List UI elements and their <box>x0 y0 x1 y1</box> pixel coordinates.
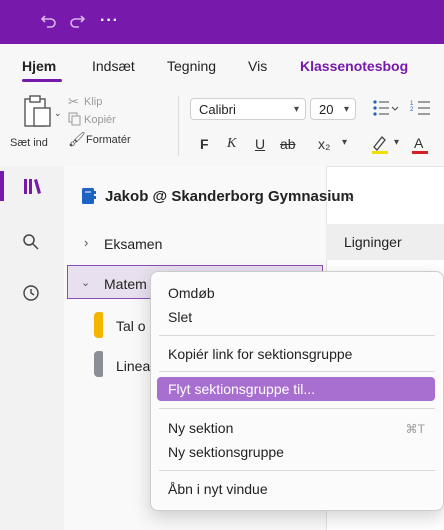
cut-button[interactable]: Klip <box>84 96 102 108</box>
bold-button[interactable]: F <box>200 136 209 152</box>
copy-icon <box>68 112 81 131</box>
section-color-tab <box>94 312 103 338</box>
menu-separator <box>159 470 435 471</box>
subscript-button[interactable]: x₂ <box>318 136 330 152</box>
highlighter-icon[interactable] <box>370 134 390 159</box>
title-bar: ··· <box>0 0 444 44</box>
paste-button[interactable]: ⌄ Sæt ind <box>10 94 66 154</box>
chevron-down-icon[interactable]: ▾ <box>394 137 399 148</box>
font-name-select[interactable]: Calibri ▾ <box>190 98 306 120</box>
active-tab-indicator <box>22 79 62 82</box>
left-rail <box>0 166 64 530</box>
section-color-tab <box>94 351 103 377</box>
menu-item-move-section-group[interactable]: Flyt sektionsgruppe til... <box>168 381 315 397</box>
font-size-select[interactable]: 20 ▾ <box>310 98 356 120</box>
undo-icon[interactable] <box>40 12 58 33</box>
menu-item-new-section-group[interactable]: Ny sektionsgruppe <box>168 444 284 460</box>
search-icon[interactable] <box>22 233 40 256</box>
recent-clock-icon[interactable] <box>22 284 40 307</box>
page-title: Ligninger <box>344 234 402 250</box>
tab-klassenotesbog[interactable]: Klassenotesbog <box>300 58 408 74</box>
font-size-value: 20 <box>319 102 334 117</box>
bullet-list-icon[interactable] <box>372 98 400 123</box>
font-color-icon[interactable]: A <box>410 134 430 159</box>
strikethrough-button[interactable]: ab <box>280 136 296 152</box>
clipboard-icon <box>22 94 52 133</box>
section-tal[interactable]: Tal o <box>116 318 146 334</box>
chevron-down-icon[interactable]: ⌄ <box>346 189 356 203</box>
chevron-down-icon[interactable]: ▾ <box>342 137 347 148</box>
context-menu: Omdøb Slet Kopiér link for sektionsgrupp… <box>150 271 444 511</box>
tab-indsaet[interactable]: Indsæt <box>92 58 135 74</box>
chevron-down-icon[interactable]: ⌄ <box>81 276 90 289</box>
numbered-list-icon[interactable]: 1 2 <box>410 98 438 123</box>
chevron-down-icon: ▾ <box>343 104 349 115</box>
redo-icon[interactable] <box>68 12 86 33</box>
ribbon-divider <box>178 96 179 156</box>
menu-separator <box>159 335 435 336</box>
paste-dropdown-icon[interactable]: ⌄ <box>54 108 62 119</box>
format-painter-button[interactable]: Formatér <box>86 134 131 146</box>
menu-separator <box>159 408 435 409</box>
section-linea[interactable]: Linea <box>116 358 150 374</box>
shortcut-label: ⌘T <box>405 422 425 436</box>
chevron-right-icon[interactable]: › <box>84 235 88 250</box>
notebook-icon <box>81 187 97 210</box>
tab-vis[interactable]: Vis <box>248 58 267 74</box>
italic-button[interactable]: K <box>227 136 236 152</box>
menu-item-rename[interactable]: Omdøb <box>168 285 215 301</box>
section-group-eksamen[interactable]: Eksamen <box>104 236 162 252</box>
format-painter-icon: 🖌 <box>68 131 86 147</box>
svg-text:2: 2 <box>410 107 414 113</box>
paste-label: Sæt ind <box>10 137 48 149</box>
menu-item-open-new-window[interactable]: Åbn i nyt vindue <box>168 481 268 497</box>
menu-item-new-section[interactable]: Ny sektion <box>168 420 233 436</box>
tab-hjem[interactable]: Hjem <box>22 58 56 74</box>
chevron-down-icon: ▾ <box>293 104 299 115</box>
scissors-icon: ✂ <box>68 94 79 109</box>
svg-text:A: A <box>414 135 424 151</box>
menu-separator <box>159 371 435 372</box>
underline-button[interactable]: U <box>255 136 265 152</box>
menu-item-copy-link[interactable]: Kopiér link for sektionsgruppe <box>168 346 352 362</box>
rail-selection-indicator <box>0 171 4 201</box>
font-name-value: Calibri <box>199 102 236 117</box>
menu-item-delete[interactable]: Slet <box>168 309 192 325</box>
notebook-title[interactable]: Jakob @ Skanderborg Gymnasium <box>105 188 354 205</box>
section-group-matematik[interactable]: Matem <box>104 276 147 292</box>
notebooks-icon[interactable] <box>22 176 42 201</box>
more-button[interactable]: ··· <box>100 12 119 30</box>
copy-button[interactable]: Kopiér <box>84 114 116 126</box>
tab-tegning[interactable]: Tegning <box>167 58 216 74</box>
